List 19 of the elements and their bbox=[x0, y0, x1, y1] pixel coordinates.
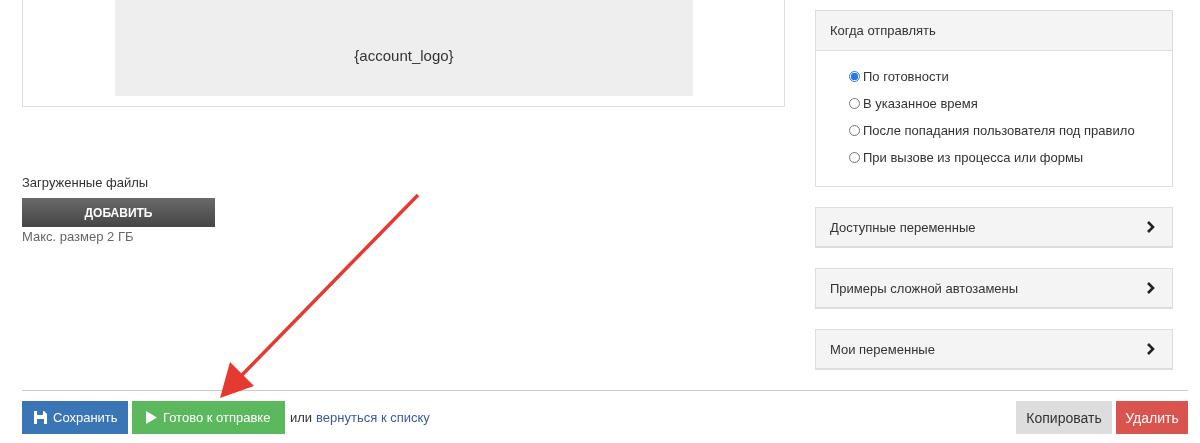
radio-option[interactable]: В указанное время bbox=[849, 94, 1172, 113]
accordion-header[interactable]: Примеры сложной автозамены bbox=[815, 268, 1173, 309]
save-button[interactable]: Сохранить bbox=[22, 401, 128, 434]
radio-button[interactable] bbox=[849, 71, 860, 82]
play-icon bbox=[146, 411, 157, 424]
radio-option[interactable]: По готовности bbox=[849, 67, 1172, 86]
copy-button[interactable]: Копировать bbox=[1016, 401, 1112, 434]
add-button[interactable]: ДОБАВИТЬ bbox=[22, 198, 215, 227]
or-text: или bbox=[290, 410, 313, 425]
back-to-list-link[interactable]: вернуться к списку bbox=[316, 410, 430, 425]
delete-button[interactable]: Удалить bbox=[1116, 401, 1188, 434]
accordion-header[interactable]: Доступные переменные bbox=[815, 207, 1173, 248]
panel-title: Когда отправлять bbox=[830, 23, 936, 38]
size-hint: Макс. размер 2 ГБ bbox=[22, 229, 134, 244]
radio-option[interactable]: При вызове из процесса или формы bbox=[849, 148, 1172, 167]
placeholder-text: {account_logo} bbox=[354, 46, 454, 64]
uploads-title: Загруженные файлы bbox=[22, 175, 149, 190]
radio-option[interactable]: После попадания пользователя под правило bbox=[849, 121, 1172, 140]
accordion-header[interactable]: Мои переменные bbox=[815, 329, 1173, 370]
